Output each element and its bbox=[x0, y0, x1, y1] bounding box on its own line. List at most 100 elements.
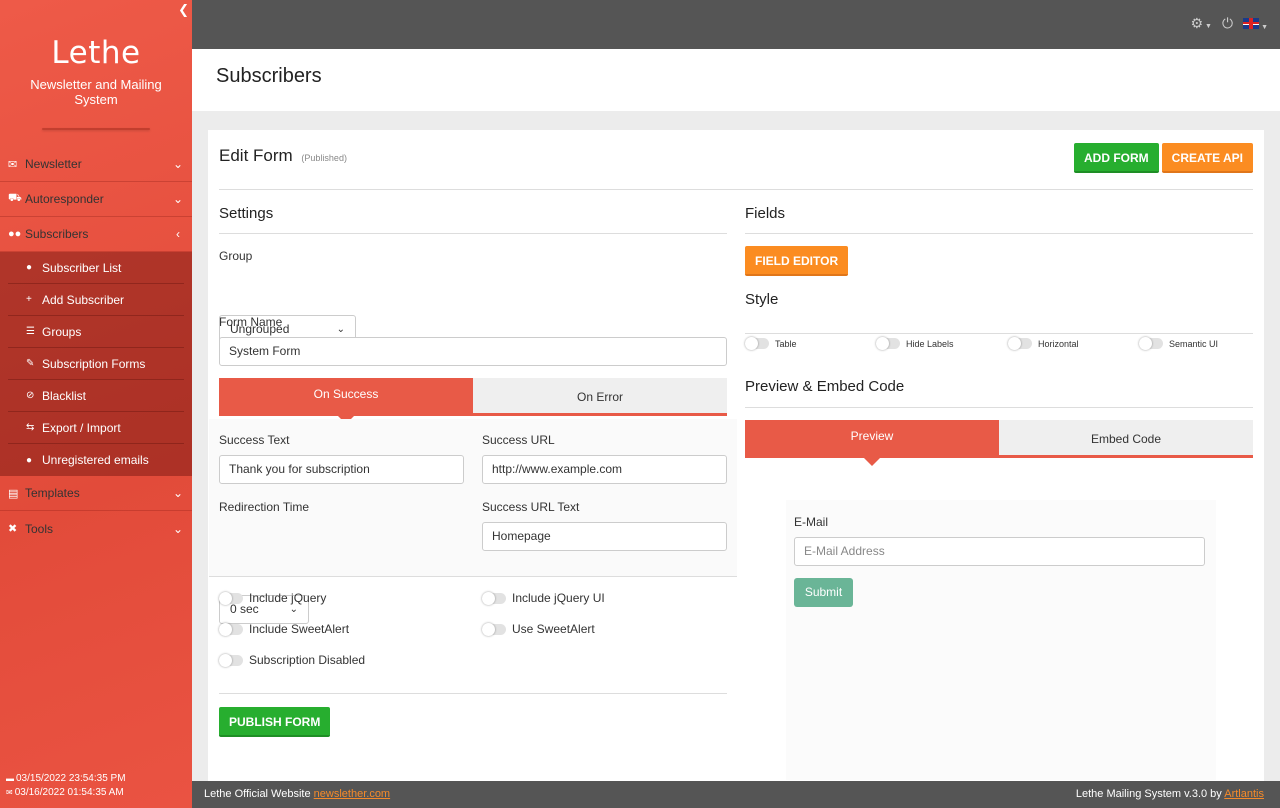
users-icon: ●● bbox=[8, 228, 22, 240]
success-url-label: Success URL bbox=[482, 433, 555, 447]
tools-icon: ✖ bbox=[8, 523, 18, 535]
option-label: Subscription Disabled bbox=[249, 653, 366, 667]
user-slash-icon: ● bbox=[26, 454, 33, 466]
option-include-jquery-ui[interactable]: Include jQuery UI bbox=[482, 591, 605, 605]
option-use-sweetalert[interactable]: Use SweetAlert bbox=[482, 622, 595, 636]
server-time: 03/15/2022 23:54:35 PM bbox=[16, 773, 126, 784]
style-option-hide-labels[interactable]: Hide Labels bbox=[876, 337, 954, 350]
email-input[interactable]: E-Mail Address bbox=[794, 537, 1205, 566]
sidebar-item-templates[interactable]: ▤ Templates ⌄ bbox=[0, 476, 192, 511]
style-option-semantic-ui[interactable]: Semantic UI bbox=[1139, 337, 1218, 350]
footer-right-text: Lethe Mailing System v.3.0 by bbox=[1075, 788, 1222, 800]
success-text-input[interactable]: Thank you for subscription bbox=[219, 455, 464, 484]
submit-button[interactable]: Submit bbox=[794, 578, 853, 607]
field-editor-button[interactable]: FIELD EDITOR bbox=[745, 246, 849, 276]
settings-column: Settings Group Ungrouped ⌄ Form Name Sys… bbox=[209, 190, 737, 780]
toggle-switch[interactable] bbox=[219, 653, 243, 667]
sidebar-item-subscribers[interactable]: ●● Subscribers ‹ bbox=[0, 217, 192, 252]
subscribers-submenu: ● Subscriber List + Add Subscriber ☰ Gro… bbox=[0, 252, 192, 476]
sidebar-subitem-label: Subscription Forms bbox=[42, 356, 146, 371]
sidebar-subitem-unregistered-emails[interactable]: ● Unregistered emails bbox=[8, 444, 184, 476]
create-api-button[interactable]: CREATE API bbox=[1161, 143, 1253, 173]
success-url-input[interactable]: http://www.example.com bbox=[482, 455, 727, 484]
fields-title: Fields bbox=[745, 190, 1253, 234]
sidebar-subitem-subscriber-list[interactable]: ● Subscriber List bbox=[8, 252, 184, 284]
brand-title: Lethe bbox=[51, 35, 141, 71]
tab-embed-code[interactable]: Embed Code bbox=[999, 420, 1253, 455]
preview-tabs: Preview Embed Code bbox=[745, 420, 1253, 466]
sidebar-subitem-subscription-forms[interactable]: ✎ Subscription Forms bbox=[8, 348, 184, 380]
option-label: Include jQuery UI bbox=[512, 591, 605, 605]
group-label: Group bbox=[219, 249, 253, 263]
page-title: Subscribers bbox=[216, 65, 322, 87]
sidebar-item-autoresponder[interactable]: ⛟ Autoresponder ⌄ bbox=[0, 182, 192, 217]
topbar: ⚙ ▼ ⏻ ▼ bbox=[192, 0, 1280, 49]
power-icon[interactable]: ⏻ bbox=[1222, 15, 1233, 32]
chevron-left-icon: ‹ bbox=[176, 227, 180, 241]
chevron-left-icon[interactable]: ❮ bbox=[178, 2, 189, 18]
toggle-switch[interactable] bbox=[482, 591, 506, 605]
option-include-jquery[interactable]: Include jQuery bbox=[219, 591, 326, 605]
sidebar-item-tools[interactable]: ✖ Tools ⌄ bbox=[0, 511, 192, 546]
card-title: Edit Form (Published) bbox=[219, 146, 347, 166]
page-header: Subscribers bbox=[192, 49, 1280, 111]
brand-subtitle: Newsletter and Mailing System bbox=[30, 77, 162, 107]
template-icon: ▤ bbox=[8, 487, 19, 500]
sidebar-subitem-add-subscriber[interactable]: + Add Subscriber bbox=[8, 284, 184, 316]
fields-column: Fields FIELD EDITOR Style Table Hide Lab… bbox=[745, 190, 1253, 780]
sidebar-subitem-export-import[interactable]: ⇆ Export / Import bbox=[8, 412, 184, 444]
sidebar-subitem-label: Groups bbox=[42, 324, 82, 339]
gear-icon[interactable]: ⚙ ▼ bbox=[1190, 15, 1212, 32]
option-label: Include SweetAlert bbox=[249, 622, 350, 636]
redirection-time-label: Redirection Time bbox=[219, 500, 310, 514]
toggle-switch[interactable] bbox=[1139, 337, 1163, 350]
toggle-switch[interactable] bbox=[1008, 337, 1032, 350]
add-form-button[interactable]: ADD FORM bbox=[1073, 143, 1159, 173]
success-text-label: Success Text bbox=[219, 433, 290, 447]
tab-on-success[interactable]: On Success bbox=[219, 378, 473, 424]
sidebar: ❮ Lethe Newsletter and Mailing System ✉ … bbox=[0, 0, 192, 808]
artlantis-link[interactable]: Artlantis bbox=[1224, 788, 1264, 800]
toggle-switch[interactable] bbox=[876, 337, 900, 350]
list-icon: ☰ bbox=[26, 326, 35, 337]
ban-icon: ⊘ bbox=[26, 390, 35, 401]
success-url-text-label: Success URL Text bbox=[482, 500, 580, 514]
plus-icon: + bbox=[26, 294, 32, 305]
sidebar-item-newsletter[interactable]: ✉ Newsletter ⌄ bbox=[0, 147, 192, 182]
toggle-switch[interactable] bbox=[482, 622, 506, 636]
option-include-sweetalert[interactable]: Include SweetAlert bbox=[219, 622, 349, 636]
toggle-switch[interactable] bbox=[745, 337, 769, 350]
users-icon: ● bbox=[26, 262, 33, 273]
publish-form-button[interactable]: PUBLISH FORM bbox=[219, 707, 331, 737]
option-label: Hide Labels bbox=[906, 338, 954, 349]
style-option-horizontal[interactable]: Horizontal bbox=[1008, 337, 1079, 350]
tab-on-error[interactable]: On Error bbox=[473, 378, 727, 413]
sidebar-subitem-label: Unregistered emails bbox=[42, 453, 149, 467]
form-name-input[interactable]: System Form bbox=[219, 337, 727, 366]
envelope-icon: ✉ bbox=[8, 158, 18, 171]
form-name-label: Form Name bbox=[219, 315, 283, 329]
style-title: Style bbox=[745, 290, 1253, 334]
sidebar-item-label: Autoresponder bbox=[25, 192, 104, 206]
success-url-text-input[interactable]: Homepage bbox=[482, 522, 727, 551]
sidebar-subitem-groups[interactable]: ☰ Groups bbox=[8, 316, 184, 348]
language-flag-icon[interactable]: ▼ bbox=[1243, 16, 1268, 32]
sidebar-subitem-label: Blacklist bbox=[42, 388, 87, 403]
sidebar-subitem-blacklist[interactable]: ⊘ Blacklist bbox=[8, 380, 184, 412]
style-option-table[interactable]: Table bbox=[745, 337, 797, 350]
toggle-switch[interactable] bbox=[219, 591, 243, 605]
tab-preview[interactable]: Preview bbox=[745, 420, 999, 466]
form-preview: E-Mail E-Mail Address Submit bbox=[786, 500, 1216, 780]
sidebar-nav: ✉ Newsletter ⌄ ⛟ Autoresponder ⌄ ●● Subs… bbox=[0, 147, 192, 546]
toggle-switch[interactable] bbox=[219, 622, 243, 636]
divider bbox=[209, 576, 737, 577]
divider bbox=[219, 693, 727, 694]
chevron-down-icon: ⌄ bbox=[172, 521, 184, 536]
chevron-down-icon: ⌄ bbox=[172, 192, 184, 206]
publish-area: PUBLISH FORM bbox=[219, 707, 331, 737]
option-subscription-disabled[interactable]: Subscription Disabled bbox=[219, 653, 365, 667]
option-label: Include jQuery bbox=[249, 591, 327, 605]
website-link[interactable]: newslether.com bbox=[314, 788, 390, 800]
footer: Lethe Official Website newslether.com Le… bbox=[192, 781, 1280, 808]
brand: Lethe Newsletter and Mailing System bbox=[0, 0, 192, 130]
